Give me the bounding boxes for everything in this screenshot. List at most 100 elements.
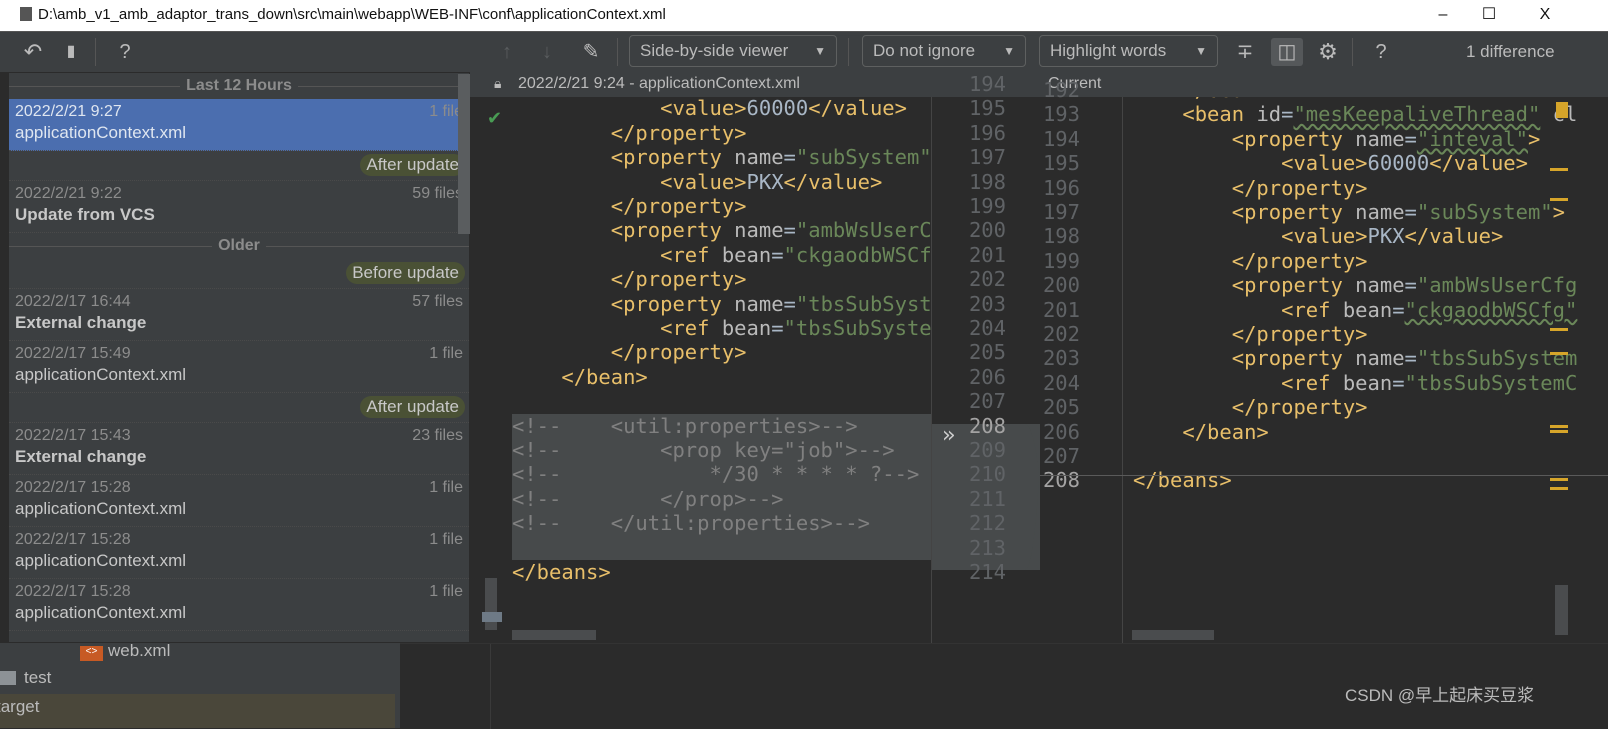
code-line: </bean>: [512, 365, 931, 389]
history-item-name: applicationContext.xml: [15, 551, 187, 570]
code-line: </beans>: [512, 560, 931, 584]
previous-difference-icon[interactable]: ↑: [494, 38, 520, 66]
left-horizontal-scrollbar[interactable]: [512, 630, 596, 640]
code-token: </property>: [1231, 248, 1368, 273]
change-marker: [1550, 425, 1568, 433]
create-patch-icon[interactable]: ▮: [58, 38, 84, 66]
code-token: <value>: [1281, 151, 1368, 176]
history-item-name: External change: [15, 313, 147, 332]
code-token: =: [771, 316, 784, 340]
right-vertical-scrollbar[interactable]: [1555, 585, 1568, 635]
code-line: </property>: [512, 121, 931, 145]
help-icon[interactable]: ?: [110, 38, 140, 66]
change-marker: [1556, 102, 1568, 118]
ignore-whitespace-dropdown[interactable]: Do not ignore ▼: [862, 35, 1026, 67]
code-token: >: [1552, 200, 1565, 224]
chevron-down-icon: ▼: [1003, 44, 1015, 58]
line-number: 213: [968, 535, 1006, 560]
code-line: <property name="ambWsUserC: [512, 218, 931, 242]
history-item-file-count: 1 file: [429, 479, 463, 496]
history-item[interactable]: 2022/2/21 9:22 59 files Update from VCS: [9, 181, 469, 233]
code-line: <bean id="mesKeepaliveThread" cl: [1133, 102, 1608, 126]
line-number: 192: [1042, 78, 1080, 102]
code-token: "ckgaodbWSCf: [783, 242, 931, 267]
local-history-list[interactable]: Last 12 Hours 2022/2/21 9:27 1 file applica…: [8, 72, 470, 643]
code-line: <value>60000</value>: [1133, 151, 1608, 175]
viewer-mode-value: Side-by-side viewer: [640, 41, 789, 60]
history-item[interactable]: 2022/2/21 9:27 1 file applicationContext.x…: [9, 99, 469, 151]
settings-icon[interactable]: ⚙: [1313, 38, 1343, 66]
app-icon: [20, 7, 32, 21]
xml-file-icon: <>: [80, 646, 103, 661]
code-token: -->: [1269, 97, 1306, 102]
collapse-unchanged-icon[interactable]: ∓: [1230, 38, 1260, 66]
code-token: <property: [1231, 200, 1356, 224]
code-line: <value>PKX</value>: [1133, 224, 1608, 248]
line-number: 202: [1042, 322, 1080, 346]
code-token: </property>: [1231, 395, 1368, 420]
history-item-name: Update from VCS: [15, 205, 155, 224]
synchronize-scrolling-icon[interactable]: ◫: [1271, 38, 1303, 66]
history-item[interactable]: 2022/2/17 15:28 1 file applicationContext.…: [9, 475, 469, 527]
line-number: 196: [968, 120, 1006, 145]
history-item[interactable]: 2022/2/17 15:28 1 file applicationContext.…: [9, 579, 469, 631]
maximize-button[interactable]: ☐: [1466, 0, 1512, 30]
history-list-scrollbar[interactable]: [458, 74, 470, 234]
code-token: "inteval": [1416, 126, 1528, 151]
history-item-name: External change: [15, 447, 147, 466]
code-token: <property: [1231, 126, 1356, 151]
chevron-down-icon: ▼: [814, 44, 826, 58]
help-icon[interactable]: ?: [1366, 38, 1396, 66]
history-item[interactable]: 2022/2/17 15:49 1 file applicationContext.…: [9, 341, 469, 393]
minimize-button[interactable]: –: [1420, 0, 1466, 30]
tree-item-target[interactable]: target: [0, 694, 395, 728]
code-token: =: [783, 291, 796, 316]
line-number: 198: [968, 169, 1006, 194]
line-number: 204: [1042, 370, 1080, 395]
code-line: </beans>: [1133, 468, 1608, 492]
code-line: </property>: [512, 194, 931, 218]
tree-item-web-xml[interactable]: web.xml: [108, 641, 170, 661]
history-item[interactable]: 2022/2/17 15:28 1 file applicationContext.…: [9, 527, 469, 579]
toolbar-divider: [848, 38, 849, 66]
code-token: <property: [610, 218, 735, 243]
code-line: <property name="subSystem">: [1133, 200, 1608, 224]
code-token: <property: [610, 291, 735, 316]
code-token: "ambWsUserC: [795, 218, 931, 243]
code-token: </beans>: [1133, 468, 1232, 493]
right-editor[interactable]: </bean>--> <bean id="mesKeepaliveThread"…: [1122, 97, 1608, 643]
viewer-mode-dropdown[interactable]: Side-by-side viewer ▼: [629, 35, 837, 67]
close-button[interactable]: X: [1522, 0, 1568, 30]
history-item[interactable]: 2022/2/17 16:44 57 files External change: [9, 289, 469, 341]
code-line: <!-- <util:properties>-->: [512, 413, 931, 438]
edit-source-icon[interactable]: ✎: [576, 38, 606, 66]
tree-item-test[interactable]: test: [24, 668, 51, 688]
code-token: id: [1256, 102, 1282, 127]
apply-change-icon[interactable]: »: [942, 423, 955, 448]
history-item-date: 2022/2/17 15:28: [15, 583, 131, 600]
left-vertical-scrollbar[interactable]: [485, 578, 497, 630]
next-difference-icon[interactable]: ↓: [534, 38, 560, 66]
code-line: <ref bean="ckgaodbWSCf: [512, 243, 931, 267]
left-editor[interactable]: <property name="inteval"> <value>60000</…: [483, 97, 931, 643]
highlight-mode-dropdown[interactable]: Highlight words ▼: [1039, 35, 1218, 67]
code-token: <property: [610, 145, 735, 170]
line-number: 207: [968, 389, 1006, 414]
line-number: 200: [1042, 273, 1080, 298]
right-horizontal-scrollbar[interactable]: [1132, 630, 1214, 640]
scroll-position-marker: [482, 612, 502, 622]
code-line: </property>: [512, 267, 931, 291]
code-token: "subSystem": [795, 145, 931, 170]
history-item[interactable]: 2022/2/17 15:43 23 files External change: [9, 423, 469, 475]
line-number: 193: [1042, 102, 1080, 127]
revert-icon[interactable]: ↶: [18, 38, 48, 66]
